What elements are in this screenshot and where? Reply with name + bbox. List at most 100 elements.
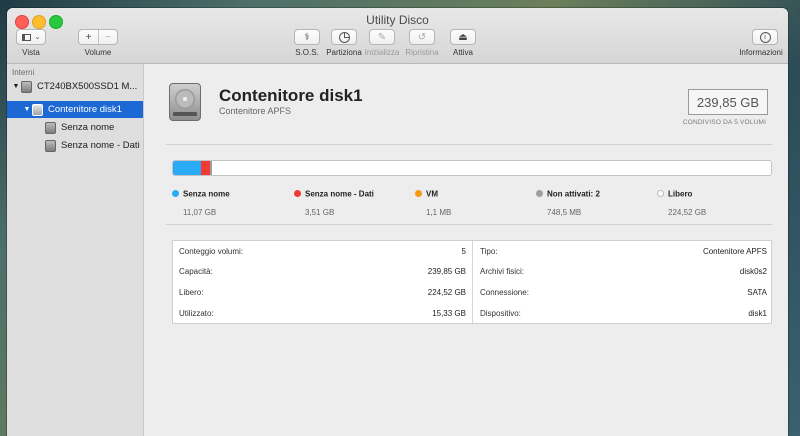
- legend-item-vm: VM 1,1 MB: [415, 185, 535, 217]
- sidebar-item-label: Senza nome: [61, 122, 115, 133]
- disclosure-triangle-icon[interactable]: ▼: [22, 106, 32, 113]
- info-icon: i: [759, 31, 771, 43]
- erase-button[interactable]: ✎: [369, 29, 395, 45]
- legend-value: 11,07 GB: [183, 208, 217, 217]
- pie-icon: [338, 31, 350, 43]
- chevron-down-icon: ⌄: [34, 34, 41, 41]
- usage-segment-0: [173, 161, 201, 175]
- hard-drive-icon: [45, 139, 56, 152]
- mount-label: Attiva: [452, 48, 473, 57]
- detail-pane: Contenitore disk1 Contenitore APFS 239,8…: [144, 64, 788, 436]
- volume-title: Contenitore disk1: [219, 86, 363, 105]
- info-row: Archivi fisici: disk0s2: [480, 261, 767, 282]
- info-row: Utilizzato: 15,33 GB: [179, 303, 466, 324]
- info-value: 5: [461, 247, 466, 256]
- window-title: Utility Disco: [366, 13, 429, 27]
- legend-swatch: [415, 190, 422, 198]
- volume-label: Volume: [84, 48, 112, 57]
- sidebar-item-physical-disk[interactable]: ▼ CT240BX500SSD1 M...: [7, 78, 143, 95]
- info-key: Capacità:: [179, 267, 213, 276]
- info-label: Informazioni: [739, 48, 783, 57]
- info-value: disk1: [748, 309, 767, 318]
- erase-icon: ✎: [377, 31, 387, 43]
- info-value: 239,85 GB: [427, 267, 466, 276]
- info-button[interactable]: i: [752, 29, 778, 45]
- legend-swatch: [536, 190, 543, 198]
- capacity-value: 239,85 GB: [688, 89, 768, 115]
- remove-volume-button[interactable]: −: [99, 30, 117, 44]
- legend-value: 1,1 MB: [426, 208, 452, 217]
- info-key: Archivi fisici:: [480, 267, 525, 276]
- divider: [166, 144, 772, 145]
- sidebar-section-header: Interni: [12, 68, 35, 77]
- sidebar-item-volume-senza-nome-dati[interactable]: Senza nome - Dati: [7, 137, 143, 154]
- sidebar-item-label: Senza nome - Dati: [61, 140, 140, 151]
- legend-label: Senza nome - Dati: [305, 189, 374, 199]
- info-key: Conteggio volumi:: [179, 247, 244, 256]
- info-key: Dispositivo:: [480, 309, 521, 318]
- hard-drive-icon: [45, 121, 56, 134]
- legend-item-non-attivati: Non attivati: 2 748,5 MB: [536, 185, 656, 217]
- view-button[interactable]: ⌄: [16, 29, 46, 45]
- info-value: Contenitore APFS: [702, 247, 767, 256]
- info-row: Conteggio volumi: 5: [179, 241, 466, 262]
- info-row: Connessione: SATA: [480, 282, 767, 303]
- usage-bar: [172, 160, 772, 176]
- legend-value: 224,52 GB: [668, 208, 707, 217]
- info-key: Libero:: [179, 288, 204, 297]
- info-row: Capacità: 239,85 GB: [179, 261, 466, 282]
- sidebar-item-label: CT240BX500SSD1 M...: [37, 81, 138, 92]
- divider: [166, 224, 772, 225]
- plus-icon: +: [85, 31, 92, 43]
- sidebar: Interni ▼ CT240BX500SSD1 M... ▼ Contenit…: [7, 64, 144, 436]
- legend-value: 748,5 MB: [547, 208, 582, 217]
- partition-label: Partiziona: [326, 48, 362, 57]
- sidebar-item-label: Contenitore disk1: [48, 104, 122, 115]
- disk-utility-window: Utility Disco ⌄ Vista + − Volume ⚕ S.O.S…: [7, 8, 788, 436]
- info-row: Dispositivo: disk1: [480, 303, 767, 324]
- stethoscope-icon: ⚕: [304, 31, 310, 43]
- hard-drive-icon: [32, 103, 43, 116]
- info-value: 15,33 GB: [432, 309, 466, 318]
- disclosure-triangle-icon[interactable]: ▼: [11, 83, 21, 90]
- legend-label: Libero: [668, 189, 693, 199]
- restore-button[interactable]: ↺: [409, 29, 435, 45]
- restore-label: Ripristina: [405, 48, 439, 57]
- sidebar-item-container[interactable]: ▼ Contenitore disk1: [7, 101, 143, 118]
- toolbar: Utility Disco ⌄ Vista + − Volume ⚕ S.O.S…: [7, 8, 788, 64]
- restore-icon: ↺: [417, 31, 427, 43]
- first-aid-button[interactable]: ⚕: [294, 29, 320, 45]
- sidebar-icon: [21, 33, 31, 41]
- legend-item-senza-nome-dati: Senza nome - Dati 3,51 GB: [294, 185, 414, 217]
- volume-segmented-control: + −: [78, 29, 118, 45]
- legend-label: VM: [426, 189, 438, 199]
- legend-label: Senza nome: [183, 189, 230, 199]
- legend-item-senza-nome: Senza nome 11,07 GB: [172, 185, 292, 217]
- info-key: Tipo:: [480, 247, 498, 256]
- mount-icon: ⏏: [458, 31, 468, 43]
- erase-label: Inizializza: [364, 48, 400, 57]
- mount-button[interactable]: ⏏: [450, 29, 476, 45]
- legend-swatch: [657, 190, 664, 198]
- info-table: Conteggio volumi: 5 Capacità: 239,85 GB …: [172, 240, 772, 324]
- usage-segment-1: [201, 161, 210, 175]
- info-key: Connessione:: [480, 288, 529, 297]
- legend-item-libero: Libero 224,52 GB: [657, 185, 777, 217]
- info-value: 224,52 GB: [427, 288, 466, 297]
- hard-drive-icon: [21, 80, 32, 93]
- info-value: disk0s2: [739, 267, 767, 276]
- add-volume-button[interactable]: +: [79, 30, 99, 44]
- sidebar-item-volume-senza-nome[interactable]: Senza nome: [7, 119, 143, 136]
- capacity-note: CONDIVISO DA 5 VOLUMI: [682, 119, 767, 126]
- view-label: Vista: [22, 48, 40, 57]
- legend-value: 3,51 GB: [305, 208, 335, 217]
- hard-drive-icon: [169, 83, 201, 121]
- legend-label: Non attivati: 2: [547, 189, 600, 199]
- info-value: SATA: [747, 288, 767, 297]
- info-row: Tipo: Contenitore APFS: [480, 241, 767, 262]
- minus-icon: −: [105, 31, 111, 43]
- partition-button[interactable]: [331, 29, 357, 45]
- info-key: Utilizzato:: [179, 309, 214, 318]
- volume-subtitle: Contenitore APFS: [219, 106, 292, 116]
- info-row: Libero: 224,52 GB: [179, 282, 466, 303]
